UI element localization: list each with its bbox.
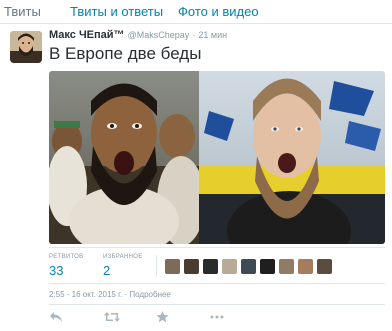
favoriter-avatar[interactable] xyxy=(317,259,332,274)
favorites-count: 2 xyxy=(103,263,111,278)
tweet-header: Макс ЧЕпай™ @MaksChepay · 21 мин xyxy=(49,29,227,41)
divider xyxy=(49,283,385,284)
tweet-text: В Европе две беды xyxy=(49,44,202,63)
favoriter-avatar[interactable] xyxy=(260,259,275,274)
retweets-label: РЕТВИТОВ xyxy=(49,254,84,260)
divider xyxy=(49,247,385,248)
details-link[interactable]: Подробнее xyxy=(129,290,171,299)
retweets-stat[interactable]: РЕТВИТОВ 33 xyxy=(49,254,83,278)
avatar[interactable] xyxy=(10,31,42,63)
favoriter-avatar[interactable] xyxy=(222,259,237,274)
tweet-timestamp: 2:55 - 16 окт. 2015 г. · Подробнее xyxy=(49,290,171,299)
favorites-label: ИЗБРАННОЕ xyxy=(103,254,143,260)
tweet-photo[interactable] xyxy=(49,71,385,244)
profile-tabs: Твиты Твиты и ответы Фото и видео xyxy=(0,0,392,24)
author-handle[interactable]: @MaksChepay xyxy=(128,30,190,40)
tweet-time[interactable]: 21 мин xyxy=(198,30,227,40)
timestamp-separator: · xyxy=(124,290,128,299)
favoriter-avatar[interactable] xyxy=(165,259,180,274)
tab-tweets[interactable]: Твиты xyxy=(4,4,41,19)
retweet-icon[interactable] xyxy=(104,311,120,323)
favoriter-avatar[interactable] xyxy=(279,259,294,274)
favoriter-avatar[interactable] xyxy=(298,259,313,274)
favorites-stat[interactable]: ИЗБРАННОЕ 2 xyxy=(103,254,143,278)
stats-divider xyxy=(156,255,157,277)
favoriter-avatar[interactable] xyxy=(184,259,199,274)
timestamp-text: 2:55 - 16 окт. 2015 г. xyxy=(49,290,123,299)
reply-icon[interactable] xyxy=(49,311,63,323)
tab-photos-and-videos[interactable]: Фото и видео xyxy=(178,4,259,19)
favoriter-avatar[interactable] xyxy=(203,259,218,274)
more-icon[interactable] xyxy=(210,311,224,323)
header-separator: · xyxy=(192,30,196,40)
favorite-icon[interactable] xyxy=(156,311,169,323)
favoriter-avatar[interactable] xyxy=(241,259,256,274)
author-name[interactable]: Макс ЧЕпай™ xyxy=(49,29,125,41)
divider xyxy=(49,304,385,305)
tab-tweets-and-replies[interactable]: Твиты и ответы xyxy=(70,4,163,19)
retweets-count: 33 xyxy=(49,263,64,278)
